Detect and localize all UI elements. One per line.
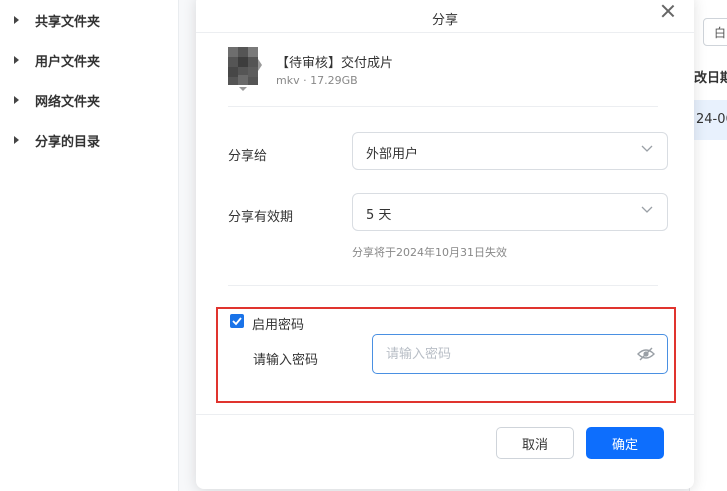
sidebar-item-user-folder[interactable]: 用户文件夹 (14, 48, 100, 72)
sidebar-item-label: 共享文件夹 (35, 14, 101, 30)
caret-right-icon (14, 16, 19, 24)
caret-right-icon (14, 56, 19, 64)
sidebar-item-label: 用户文件夹 (35, 54, 101, 70)
enable-password-checkbox[interactable] (230, 314, 244, 328)
share-to-select[interactable]: 外部用户 (352, 132, 668, 170)
share-to-label: 分享给 (228, 149, 268, 164)
sidebar-item-label: 分享的目录 (35, 134, 101, 150)
share-to-value: 外部用户 (366, 147, 419, 162)
validity-value: 5 天 (366, 208, 392, 223)
sidebar-item-label: 网络文件夹 (35, 94, 101, 110)
caret-right-icon (14, 136, 19, 144)
validity-select[interactable]: 5 天 (352, 193, 668, 231)
confirm-button[interactable]: 确定 (586, 427, 664, 459)
chevron-down-icon (641, 206, 653, 213)
validity-label: 分享有效期 (228, 210, 294, 225)
sidebar-item-shared-directory[interactable]: 分享的目录 (14, 128, 100, 152)
sidebar: 共享文件夹 用户文件夹 网络文件夹 分享的目录 (0, 0, 178, 491)
validity-hint: 分享将于2024年10月31日失效 (352, 246, 507, 259)
close-icon[interactable] (660, 3, 676, 19)
row-date-cell: 24-06 (696, 112, 727, 127)
column-header-date[interactable]: 改日期 (694, 67, 727, 86)
eye-off-icon[interactable] (637, 347, 655, 361)
caret-right-icon (14, 96, 19, 104)
password-input[interactable] (372, 334, 668, 374)
settings-divider (228, 285, 658, 286)
enable-password-label[interactable]: 启用密码 (252, 314, 304, 333)
table-row[interactable]: 24-06 (690, 100, 727, 140)
sidebar-item-network-folder[interactable]: 网络文件夹 (14, 88, 100, 112)
password-input-label: 请输入密码 (253, 353, 319, 368)
cancel-button[interactable]: 取消 (496, 427, 574, 459)
file-divider (228, 106, 658, 107)
video-file-icon (228, 47, 262, 91)
file-name: 【待审核】交付成片 (276, 56, 394, 71)
chevron-down-icon (641, 145, 653, 152)
background-button[interactable]: 白 (703, 18, 727, 46)
share-dialog: 分享 【待审核】交付成片 mkv · 17.29GB 分享给 外部用户 分享有效… (196, 0, 694, 489)
header-divider (196, 32, 694, 33)
check-icon (232, 317, 242, 326)
sidebar-item-shared-folder[interactable]: 共享文件夹 (14, 8, 100, 32)
file-meta: mkv · 17.29GB (276, 74, 358, 87)
dialog-title: 分享 (431, 13, 458, 28)
footer-divider (196, 414, 694, 415)
